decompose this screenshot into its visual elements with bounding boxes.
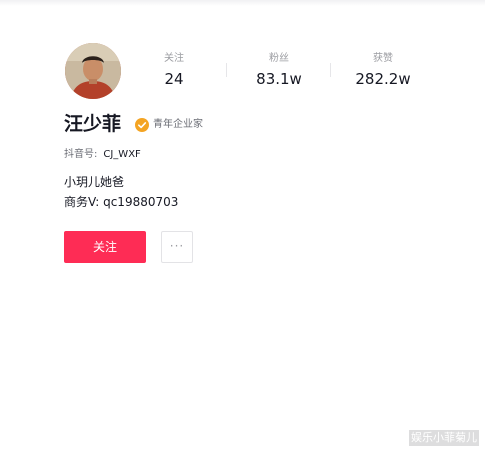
- account-id: 抖音号: CJ_WXF: [64, 147, 141, 163]
- bio-line-2: 商务V: qc19880703: [64, 195, 179, 209]
- verification-text: 青年企业家: [153, 119, 203, 130]
- profile-name: 汪少菲: [64, 113, 122, 135]
- following-label: 关注: [164, 53, 184, 64]
- top-shadow: [0, 0, 485, 6]
- stat-divider: [226, 63, 227, 77]
- fans-count: 83.1w: [256, 70, 302, 88]
- following-count: 24: [164, 70, 184, 88]
- likes-count: 282.2w: [355, 70, 411, 88]
- fans-label: 粉丝: [269, 53, 289, 64]
- stat-fans[interactable]: 粉丝 83.1w: [234, 52, 324, 90]
- bio-line-1: 小玥儿她爸: [64, 175, 125, 189]
- avatar-image: [65, 43, 121, 99]
- account-id-value: CJ_WXF: [103, 149, 141, 160]
- watermark: 娱乐小菲菊儿: [409, 430, 479, 446]
- verified-badge-icon: [135, 118, 149, 132]
- stat-likes: 获赞 282.2w: [338, 52, 428, 90]
- stat-divider: [330, 63, 331, 77]
- stat-following[interactable]: 关注 24: [129, 52, 219, 90]
- verification-badge: 青年企业家: [135, 117, 203, 133]
- likes-label: 获赞: [373, 53, 393, 64]
- avatar[interactable]: [65, 43, 121, 99]
- account-id-label: 抖音号:: [64, 149, 98, 160]
- follow-button[interactable]: 关注: [64, 231, 146, 263]
- more-options-button[interactable]: ···: [161, 231, 193, 263]
